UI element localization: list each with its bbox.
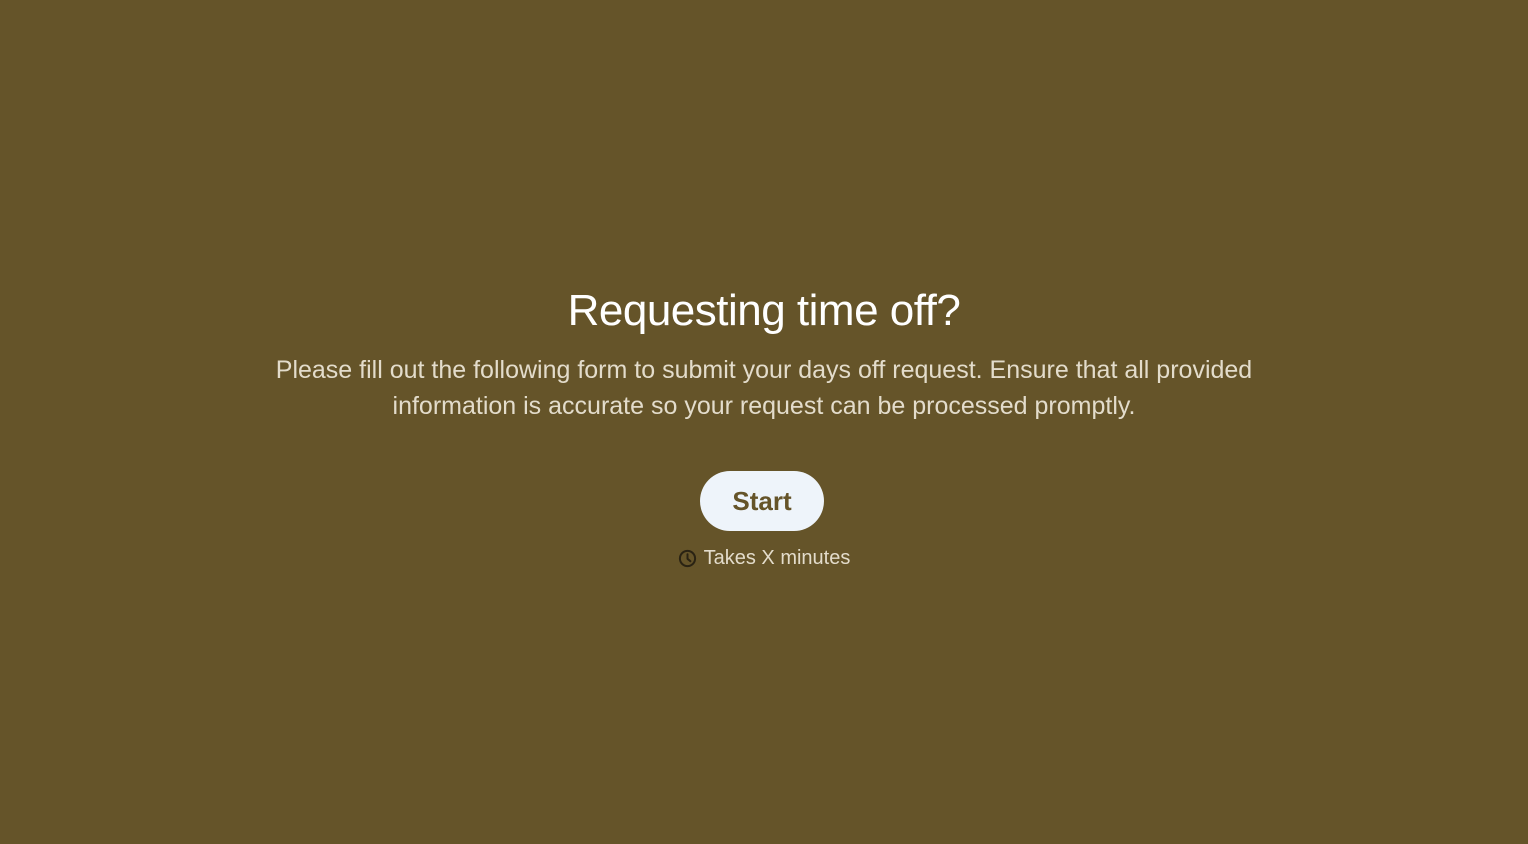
- start-button[interactable]: Start: [700, 471, 824, 531]
- estimated-duration: Takes X minutes: [0, 544, 1528, 572]
- page-description: Please fill out the following form to su…: [275, 356, 1253, 420]
- duration-text: Takes X minutes: [703, 546, 851, 569]
- clock-icon: [678, 549, 697, 568]
- page-title: Requesting time off?: [567, 286, 961, 335]
- welcome-screen: Requesting time off? Please fill out the…: [0, 0, 1528, 844]
